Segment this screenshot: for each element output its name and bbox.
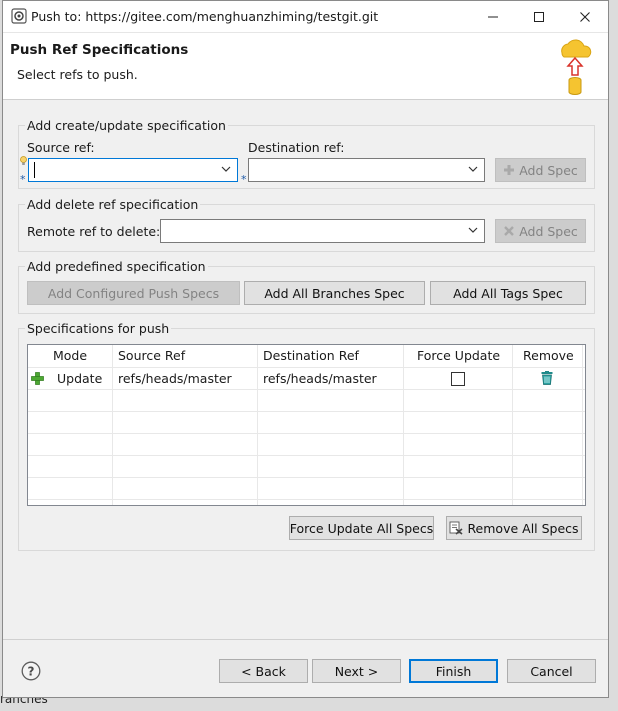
delete-ref-group-title: Add delete ref specification: [25, 197, 201, 212]
row-divider: [28, 499, 585, 500]
column-header-source-ref[interactable]: Source Ref: [118, 345, 185, 367]
table-row[interactable]: Update refs/heads/master refs/heads/mast…: [28, 368, 585, 389]
row-divider: [28, 389, 585, 390]
chevron-down-icon[interactable]: [467, 163, 479, 175]
maximize-icon[interactable]: [516, 1, 562, 32]
push-dialog: Push to: https://gitee.com/menghuanzhimi…: [2, 0, 609, 698]
row-divider: [28, 411, 585, 412]
chevron-down-icon[interactable]: [467, 224, 479, 236]
wizard-header: Push Ref Specifications Select refs to p…: [3, 33, 608, 100]
destination-ref-label: Destination ref:: [248, 140, 345, 155]
source-ref-label: Source ref:: [27, 140, 95, 155]
add-spec-button[interactable]: Add Spec: [495, 158, 586, 182]
column-header-remove[interactable]: Remove: [523, 345, 574, 367]
add-delete-spec-button[interactable]: Add Spec: [495, 219, 586, 243]
column-header-destination-ref[interactable]: Destination Ref: [263, 345, 359, 367]
add-icon: [503, 164, 515, 176]
specs-table: Mode Source Ref Destination Ref Force Up…: [27, 344, 586, 506]
add-delete-spec-label: Add Spec: [519, 223, 578, 239]
svg-text:?: ?: [28, 665, 35, 679]
back-button[interactable]: < Back: [219, 659, 308, 683]
remote-ref-combo[interactable]: [160, 219, 485, 243]
required-marker: *: [20, 173, 26, 186]
required-marker: *: [241, 173, 247, 186]
window-title: Push to: https://gitee.com/menghuanzhimi…: [31, 9, 379, 24]
trash-icon[interactable]: [541, 371, 553, 385]
row-divider: [28, 455, 585, 456]
column-header-force-update[interactable]: Force Update: [417, 345, 500, 367]
remove-all-icon: [449, 521, 463, 535]
source-ref-combo[interactable]: [28, 158, 238, 182]
row-divider: [28, 433, 585, 434]
close-icon[interactable]: [562, 1, 608, 32]
force-update-all-specs-button[interactable]: Force Update All Specs: [289, 516, 434, 540]
minimize-icon[interactable]: [470, 1, 516, 32]
column-header-mode[interactable]: Mode: [53, 345, 87, 367]
add-configured-push-specs-button[interactable]: Add Configured Push Specs: [27, 281, 240, 305]
row-divider: [28, 477, 585, 478]
page-description: Select refs to push.: [17, 67, 138, 82]
chevron-down-icon[interactable]: [220, 163, 232, 175]
add-spec-label: Add Spec: [519, 162, 578, 178]
create-update-group-title: Add create/update specification: [25, 118, 228, 133]
finish-button[interactable]: Finish: [409, 659, 498, 683]
delete-x-icon: [503, 225, 515, 237]
remove-all-specs-button[interactable]: Remove All Specs: [446, 516, 582, 540]
help-icon[interactable]: ?: [21, 661, 41, 681]
eclipse-app-icon: [11, 8, 27, 24]
content-assist-bulb-icon: [20, 156, 27, 165]
next-button[interactable]: Next >: [312, 659, 401, 683]
page-title: Push Ref Specifications: [10, 42, 189, 58]
add-all-tags-spec-button[interactable]: Add All Tags Spec: [430, 281, 586, 305]
destination-ref-combo[interactable]: [248, 158, 485, 182]
force-update-checkbox[interactable]: [451, 372, 465, 386]
predefined-group-title: Add predefined specification: [25, 259, 208, 274]
push-cloud-icon: [561, 39, 592, 95]
remove-all-specs-label: Remove All Specs: [467, 520, 579, 536]
remote-ref-label: Remote ref to delete:: [27, 224, 161, 239]
title-bar: Push to: https://gitee.com/menghuanzhimi…: [3, 1, 608, 33]
specs-group-title: Specifications for push: [25, 321, 172, 336]
add-all-branches-spec-button[interactable]: Add All Branches Spec: [244, 281, 425, 305]
footer-separator: [3, 639, 608, 640]
text-caret: [34, 162, 35, 178]
mode-cell[interactable]: Update: [57, 371, 102, 386]
cancel-button[interactable]: Cancel: [507, 659, 596, 683]
source-ref-cell[interactable]: refs/heads/master: [118, 371, 232, 386]
destination-ref-cell[interactable]: refs/heads/master: [263, 371, 377, 386]
add-update-icon: [31, 372, 44, 385]
